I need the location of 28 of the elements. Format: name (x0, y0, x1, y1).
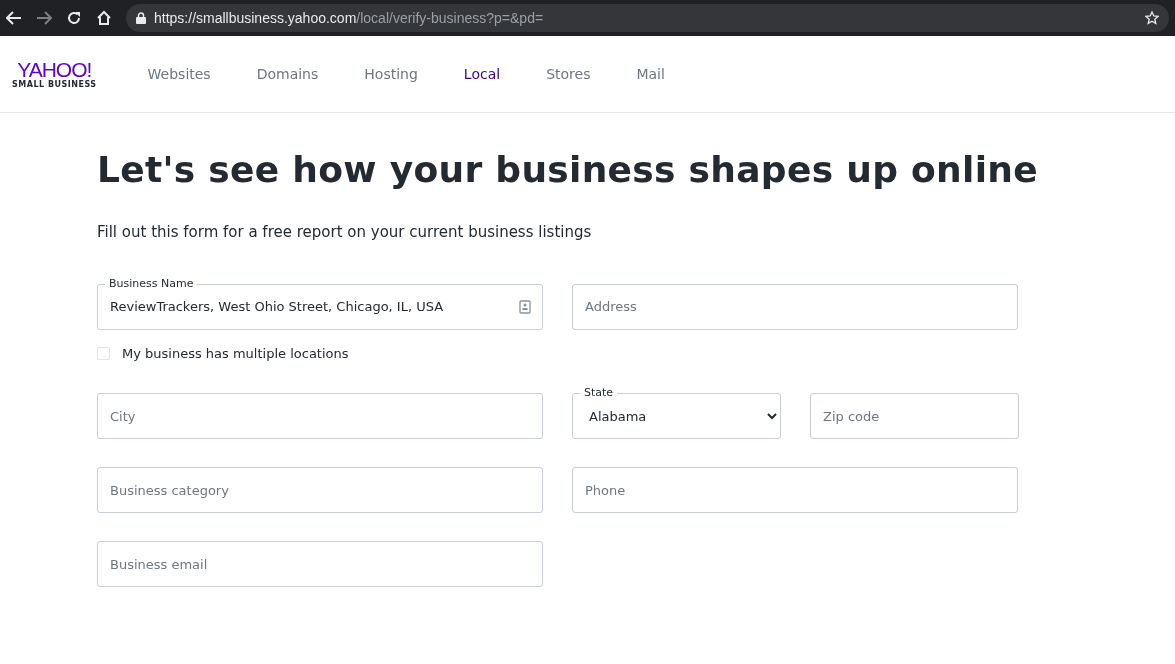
nav-link[interactable]: Websites (124, 63, 234, 85)
url-text: https://smallbusiness.yahoo.com/local/verify-business?p=&pd= (154, 8, 544, 28)
nav-link[interactable]: Mail (613, 63, 688, 85)
forward-icon[interactable] (36, 11, 52, 25)
input-field[interactable]: City (97, 393, 543, 440)
input-field[interactable]: Phone (572, 467, 1018, 514)
nav-link[interactable]: Hosting (341, 63, 441, 85)
checkbox[interactable] (97, 346, 110, 360)
input-field[interactable]: Business category (97, 467, 543, 514)
contact-card-icon[interactable] (519, 299, 531, 314)
lock-icon (136, 12, 146, 24)
field-label: State (580, 387, 618, 399)
back-icon[interactable] (6, 11, 22, 25)
star-icon[interactable] (1145, 11, 1159, 25)
nav-link[interactable]: Stores (523, 63, 614, 85)
logo[interactable]: YAHOO! SMALL BUSINESS (12, 58, 97, 90)
input-field[interactable]: Business email (97, 541, 543, 588)
page-subtitle: Fill out this form for a free report on your current business listings (97, 222, 593, 244)
reload-icon[interactable] (66, 10, 82, 26)
input-field[interactable]: Zip code (810, 393, 1019, 440)
nav-link[interactable]: Local (440, 63, 524, 85)
page-heading: Let's see how your business shapes up online (97, 148, 1039, 192)
field-label: Business Name (105, 277, 198, 289)
input-field[interactable]: Address (572, 283, 1018, 330)
nav-link[interactable]: Domains (233, 63, 342, 85)
address-bar[interactable]: https://smallbusiness.yahoo.com/local/verify-business?p=&pd= (126, 4, 1169, 32)
checkbox-label: My business has multiple locations (122, 344, 349, 363)
home-icon[interactable] (96, 10, 112, 26)
